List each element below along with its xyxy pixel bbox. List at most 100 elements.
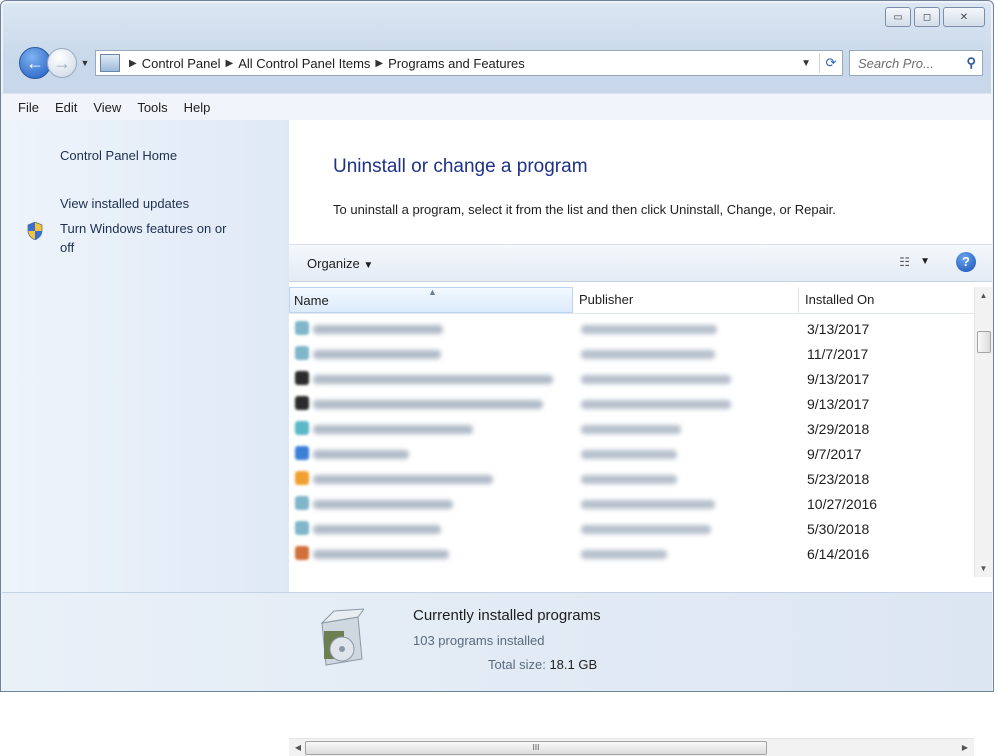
program-name-blurred [313, 325, 443, 334]
breadcrumb-control-panel[interactable]: Control Panel [142, 56, 221, 71]
program-icon [295, 446, 309, 460]
programs-count: 103 programs installed [413, 633, 545, 648]
refresh-icon[interactable]: ⟳ [819, 53, 842, 73]
details-title: Currently installed programs [413, 607, 601, 624]
program-name-blurred [313, 350, 441, 359]
forward-arrow-icon: → [53, 52, 71, 73]
table-row[interactable]: 9/13/2017 [289, 392, 974, 417]
column-header-name[interactable]: ▲ Name [289, 287, 573, 313]
program-name-blurred [313, 400, 543, 409]
publisher-blurred [581, 375, 731, 384]
page-title: Uninstall or change a program [333, 156, 588, 177]
back-arrow-icon: ← [26, 52, 44, 73]
breadcrumb-programs-features[interactable]: Programs and Features [388, 56, 525, 71]
sidebar-link-features-cont[interactable]: off [60, 240, 74, 255]
history-dropdown-icon[interactable]: ▼ [79, 58, 91, 68]
organize-button[interactable]: Organize ▼ [307, 256, 373, 271]
scroll-up-icon[interactable]: ▲ [975, 287, 992, 304]
program-icon [295, 496, 309, 510]
publisher-blurred [581, 550, 667, 559]
sort-ascending-icon: ▲ [428, 287, 437, 297]
main-content: Uninstall or change a program To uninsta… [2, 120, 992, 756]
installed-on-cell: 9/13/2017 [807, 396, 870, 412]
table-row[interactable]: 9/7/2017 [289, 442, 974, 467]
chevron-down-icon: ▼ [363, 260, 374, 271]
total-size: Total size: 18.1 GB [488, 657, 597, 672]
installed-on-cell: 6/14/2016 [807, 546, 870, 562]
table-row[interactable]: 11/7/2017 [289, 342, 974, 367]
installed-on-cell: 5/23/2018 [807, 471, 870, 487]
program-name-blurred [313, 500, 453, 509]
maximize-button[interactable]: ◻ [914, 7, 940, 27]
breadcrumb-separator-icon[interactable]: ▶ [375, 58, 383, 69]
program-name-blurred [313, 425, 473, 434]
total-size-label: Total size: [488, 657, 546, 672]
table-row[interactable]: 3/29/2018 [289, 417, 974, 442]
list-rows: 3/13/2017 11/7/2017 9/13/2017 9/13/2017 3/29… [289, 317, 974, 567]
publisher-blurred [581, 500, 715, 509]
scroll-right-icon[interactable]: ▶ [958, 739, 972, 756]
table-row[interactable]: 6/14/2016 [289, 542, 974, 567]
column-publisher-label: Publisher [579, 292, 634, 307]
publisher-blurred [581, 400, 731, 409]
table-row[interactable]: 5/30/2018 [289, 517, 974, 542]
window: ▭ ◻ ✕ ← → ▼ ▶ Control Panel ▶ All Contro… [0, 0, 994, 756]
column-header-publisher[interactable]: Publisher [575, 287, 799, 313]
software-package-icon [320, 608, 364, 666]
publisher-blurred [581, 475, 677, 484]
menu-view[interactable]: View [85, 100, 129, 115]
vertical-scrollbar[interactable]: ▲ ▼ [974, 287, 992, 577]
program-icon [295, 321, 309, 335]
publisher-blurred [581, 350, 715, 359]
column-header-installed[interactable]: Installed On [801, 287, 981, 313]
program-name-blurred [313, 550, 449, 559]
horizontal-scroll-thumb[interactable]: III [305, 741, 767, 755]
close-button[interactable]: ✕ [943, 7, 985, 27]
breadcrumb-separator-icon[interactable]: ▶ [225, 58, 233, 69]
menu-file[interactable]: File [10, 100, 47, 115]
table-row[interactable]: 10/27/2016 [289, 492, 974, 517]
total-size-value: 18.1 GB [549, 657, 598, 672]
table-row[interactable]: 3/13/2017 [289, 317, 974, 342]
view-dropdown-icon[interactable]: ▼ [920, 256, 930, 267]
breadcrumb-all-items[interactable]: All Control Panel Items [238, 56, 370, 71]
minimize-button[interactable]: ▭ [885, 7, 911, 27]
sidebar-link-updates[interactable]: View installed updates [60, 196, 189, 211]
search-icon[interactable]: ⚲ [966, 55, 976, 71]
menu-edit[interactable]: Edit [47, 100, 85, 115]
breadcrumb-separator-icon[interactable]: ▶ [129, 58, 137, 69]
sidebar-link-home[interactable]: Control Panel Home [60, 148, 177, 163]
search-input[interactable]: Search Pro... ⚲ [849, 50, 983, 76]
list-header: ▲ Name Publisher Installed On [289, 287, 974, 314]
address-bar[interactable]: ▶ Control Panel ▶ All Control Panel Item… [95, 50, 843, 76]
scroll-left-icon[interactable]: ◀ [291, 739, 305, 756]
address-dropdown-icon[interactable]: ▼ [793, 58, 819, 69]
menu-tools[interactable]: Tools [129, 100, 175, 115]
program-icon [295, 371, 309, 385]
horizontal-scrollbar[interactable]: ◀ III ▶ [289, 738, 974, 756]
organize-label: Organize [307, 256, 360, 271]
details-pane: Currently installed programs 103 program… [2, 592, 992, 691]
publisher-blurred [581, 425, 681, 434]
forward-button[interactable]: → [47, 48, 77, 78]
column-name-label: Name [294, 293, 329, 308]
help-icon[interactable]: ? [956, 252, 976, 272]
installed-on-cell: 9/13/2017 [807, 371, 870, 387]
menu-help[interactable]: Help [176, 100, 219, 115]
scroll-down-icon[interactable]: ▼ [975, 560, 992, 577]
search-placeholder: Search Pro... [858, 55, 934, 71]
column-installed-label: Installed On [805, 292, 875, 307]
vertical-scroll-thumb[interactable] [977, 331, 991, 353]
table-row[interactable]: 5/23/2018 [289, 467, 974, 492]
view-options-icon[interactable]: ☷ [899, 255, 910, 269]
command-bar: Organize ▼ ☷ ▼ ? [289, 244, 992, 282]
publisher-blurred [581, 525, 711, 534]
page-description: To uninstall a program, select it from t… [333, 202, 836, 217]
sidebar-link-features[interactable]: Turn Windows features on or [60, 221, 226, 236]
table-row[interactable]: 9/13/2017 [289, 367, 974, 392]
program-icon [295, 471, 309, 485]
program-icon [295, 396, 309, 410]
publisher-blurred [581, 325, 717, 334]
control-panel-icon [100, 54, 120, 72]
programs-list: ▲ Name Publisher Installed On 3/13/2017 1… [289, 283, 992, 756]
